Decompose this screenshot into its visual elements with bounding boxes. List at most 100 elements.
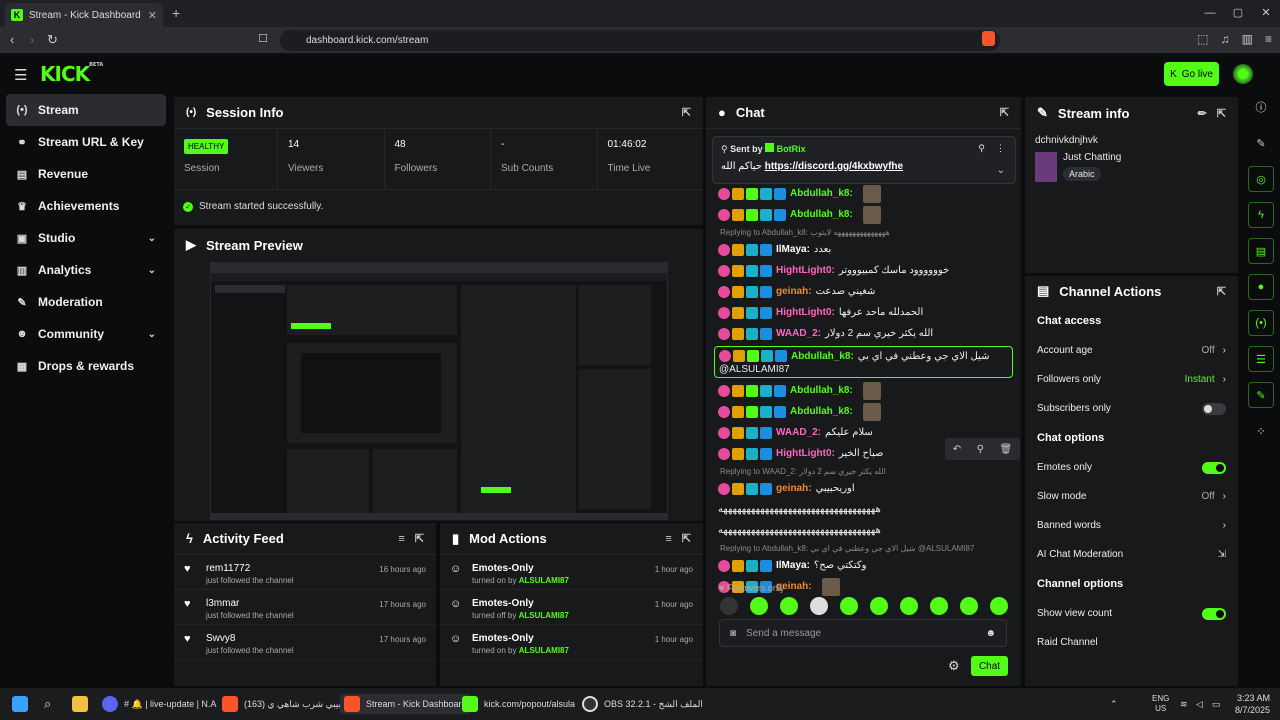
target-icon[interactable]: ◎ — [1248, 166, 1274, 192]
chat-message[interactable]: ههههههههههههههههههههههههههههههههههه — [706, 499, 1021, 520]
chat-username[interactable]: HightLight0: — [776, 307, 835, 318]
emotes-only-toggle[interactable] — [1202, 461, 1226, 474]
chat-username[interactable]: Abdullah_k8: — [791, 351, 854, 362]
sidebar-item-achievements[interactable]: ♛ Achievements — [6, 190, 166, 222]
popout-icon[interactable]: ⇱ — [1217, 285, 1226, 298]
list-icon[interactable]: ☰ — [1248, 346, 1274, 372]
sidebar-item-revenue[interactable]: ▤ Revenue — [6, 158, 166, 190]
chat-message[interactable]: HightLight0: خوووووود ماسك كمبيوووتر — [706, 260, 1021, 281]
raid-channel-row[interactable]: Raid Channel — [1025, 628, 1238, 657]
chat-message[interactable]: IlMaya: وكتكتي صح؟ — [706, 555, 1021, 576]
filter-icon[interactable]: ≡ — [398, 533, 404, 545]
banned-words-row[interactable]: Banned words › — [1025, 511, 1238, 540]
bolt-icon[interactable]: ϟ — [1248, 202, 1274, 228]
media-icon[interactable]: ♫ — [1221, 32, 1230, 46]
emote-icon[interactable] — [720, 597, 738, 615]
followers-only-row[interactable]: Followers only Instant › — [1025, 365, 1238, 394]
chat-username[interactable]: Abdullah_k8: — [790, 406, 853, 417]
language-indicator[interactable]: ENG US — [1152, 694, 1169, 714]
url-field[interactable]: dashboard.kick.com/stream — [280, 30, 1000, 51]
chat-username[interactable]: IlMaya: — [776, 244, 810, 255]
popout-icon[interactable]: ⇱ — [415, 532, 424, 545]
emote-icon[interactable] — [990, 597, 1008, 615]
popout-icon[interactable]: ⇱ — [1000, 106, 1009, 119]
emote-icon[interactable] — [810, 597, 828, 615]
reload-icon[interactable]: ↻ — [47, 32, 58, 48]
chat-message[interactable]: IlMaya: بعدد — [706, 239, 1021, 260]
pinned-link[interactable]: https://discord.gg/4kxbwyfhe — [765, 161, 903, 172]
taskbar-item-popout[interactable]: kick.com/popout/alsula — [462, 694, 575, 714]
emote-icon[interactable] — [900, 597, 918, 615]
chat-message[interactable]: Abdullah_k8: — [706, 380, 1021, 401]
broadcast-icon[interactable]: (•) — [1248, 310, 1274, 336]
popout-icon[interactable]: ⇱ — [1217, 107, 1226, 120]
chat-username[interactable]: WAAD_2: — [776, 328, 821, 339]
chat-message[interactable]: Abdullah_k8: — [706, 183, 1021, 204]
sidebar-item-stream-url[interactable]: ⚭ Stream URL & Key — [6, 126, 166, 158]
chat-message[interactable]: Abdullah_k8: — [706, 401, 1021, 422]
wrench-icon[interactable]: ✎ — [1248, 382, 1274, 408]
filter-icon[interactable]: ≡ — [665, 533, 671, 545]
chat-username[interactable]: HightLight0: — [776, 448, 835, 459]
taskbar-item-discord[interactable]: # 🔔 | live-update | N.A — [102, 694, 216, 714]
popout-icon[interactable]: ⇱ — [682, 532, 691, 545]
sidebar-item-moderation[interactable]: ✎ Moderation — [6, 286, 166, 318]
chat-message[interactable]: geinah: اوريحبيبي — [706, 478, 1021, 499]
chat-message[interactable]: HightLight0: الحمدلله ماحد عرفها — [706, 302, 1021, 323]
sidebar-item-studio[interactable]: ▣ Studio ⌄ — [6, 222, 166, 254]
chat-username[interactable]: Abdullah_k8: — [790, 385, 853, 396]
popout-icon[interactable]: ⇱ — [682, 106, 691, 119]
pin-icon[interactable]: ⚲ — [977, 444, 984, 455]
taskbar-item-kick[interactable]: Stream - Kick Dashboard — [340, 694, 471, 714]
chat-username[interactable]: geinah: — [776, 483, 812, 494]
browser-tab[interactable]: K Stream - Kick Dashboard ✕ — [5, 3, 163, 27]
edit-icon[interactable]: ✏ — [1198, 107, 1207, 120]
tray-chevron-icon[interactable]: ⌃ — [1110, 694, 1118, 714]
chat-username[interactable]: Abdullah_k8: — [790, 188, 853, 199]
emote-icon[interactable] — [750, 597, 768, 615]
emote-icon[interactable] — [780, 597, 798, 615]
close-window-icon[interactable]: ✕ — [1252, 0, 1280, 27]
reply-context[interactable]: Replying to Abdullah_k8: ههههههههههههههه… — [706, 225, 1021, 239]
wifi-icon[interactable]: ≋ — [1180, 694, 1188, 714]
reply-icon[interactable]: ↶ — [953, 444, 961, 455]
clock[interactable]: 3:23 AM 8/7/2025 — [1235, 692, 1270, 716]
emote-icon[interactable] — [840, 597, 858, 615]
reply-context[interactable]: Replying to WAAD_2: الله يكثر خيري سم 2 … — [706, 464, 1021, 478]
apps-icon[interactable]: ⁘ — [1248, 418, 1274, 444]
chat-message[interactable]: Abdullah_k8: شيل الاي جي وعطني في اي بي @A… — [714, 346, 1013, 378]
hamburger-menu-icon[interactable]: ☰ — [14, 66, 27, 84]
search-icon[interactable]: ⌕ — [44, 694, 51, 714]
avatar[interactable] — [1233, 64, 1253, 84]
sidebar-item-community[interactable]: ☻ Community ⌄ — [6, 318, 166, 350]
chat-username[interactable]: Abdullah_k8: — [790, 209, 853, 220]
delete-icon[interactable]: 🗑 — [1000, 444, 1013, 455]
chat-messages[interactable]: Abdullah_k8: Abdullah_k8: Replying to Abdu… — [706, 131, 1021, 676]
send-chat-button[interactable]: Chat — [971, 656, 1008, 676]
ai-moderation-row[interactable]: AI Chat Moderation ⇲ — [1025, 540, 1238, 569]
sidebar-item-stream[interactable]: (•) Stream — [6, 94, 166, 126]
battery-icon[interactable]: ▭ — [1212, 694, 1221, 714]
chat-message[interactable]: geinah: شغيني صدعت — [706, 281, 1021, 302]
minimize-icon[interactable]: — — [1196, 0, 1224, 27]
emote-icon[interactable] — [930, 597, 948, 615]
go-live-button[interactable]: K Go live — [1164, 62, 1219, 86]
extensions-icon[interactable]: ⬚ — [1197, 32, 1208, 46]
pinned-message[interactable]: ⚲ Sent by BotRix ⚲ ⋮ حياكم الله https://di… — [712, 136, 1016, 184]
sidebar-toggle-icon[interactable]: ▥ — [1242, 32, 1253, 46]
close-tab-icon[interactable]: ✕ — [148, 9, 157, 22]
chat-bubble-icon[interactable]: ● — [1248, 274, 1274, 300]
reply-context[interactable]: Replying to Abdullah_k8: شيل الاي جي وعط… — [706, 541, 1021, 555]
chat-username[interactable]: geinah: — [776, 286, 812, 297]
slow-mode-row[interactable]: Slow mode Off › — [1025, 482, 1238, 511]
chat-message[interactable]: Abdullah_k8: — [706, 204, 1021, 225]
chat-username[interactable]: IlMaya: — [776, 560, 810, 571]
sidebar-item-drops[interactable]: ▦ Drops & rewards — [6, 350, 166, 382]
chat-username[interactable]: WAAD_2: — [776, 427, 821, 438]
chat-input[interactable]: ◙ Send a message ☻ — [719, 619, 1007, 647]
taskbar-item-youtube[interactable]: (163) حبيبي شرب شاهي ي — [222, 694, 347, 714]
menu-icon[interactable]: ≡ — [1265, 32, 1272, 46]
more-icon[interactable]: ⋮ — [996, 143, 1005, 154]
document-icon[interactable]: ▤ — [1248, 238, 1274, 264]
smiley-icon[interactable]: ☻ — [985, 628, 996, 639]
